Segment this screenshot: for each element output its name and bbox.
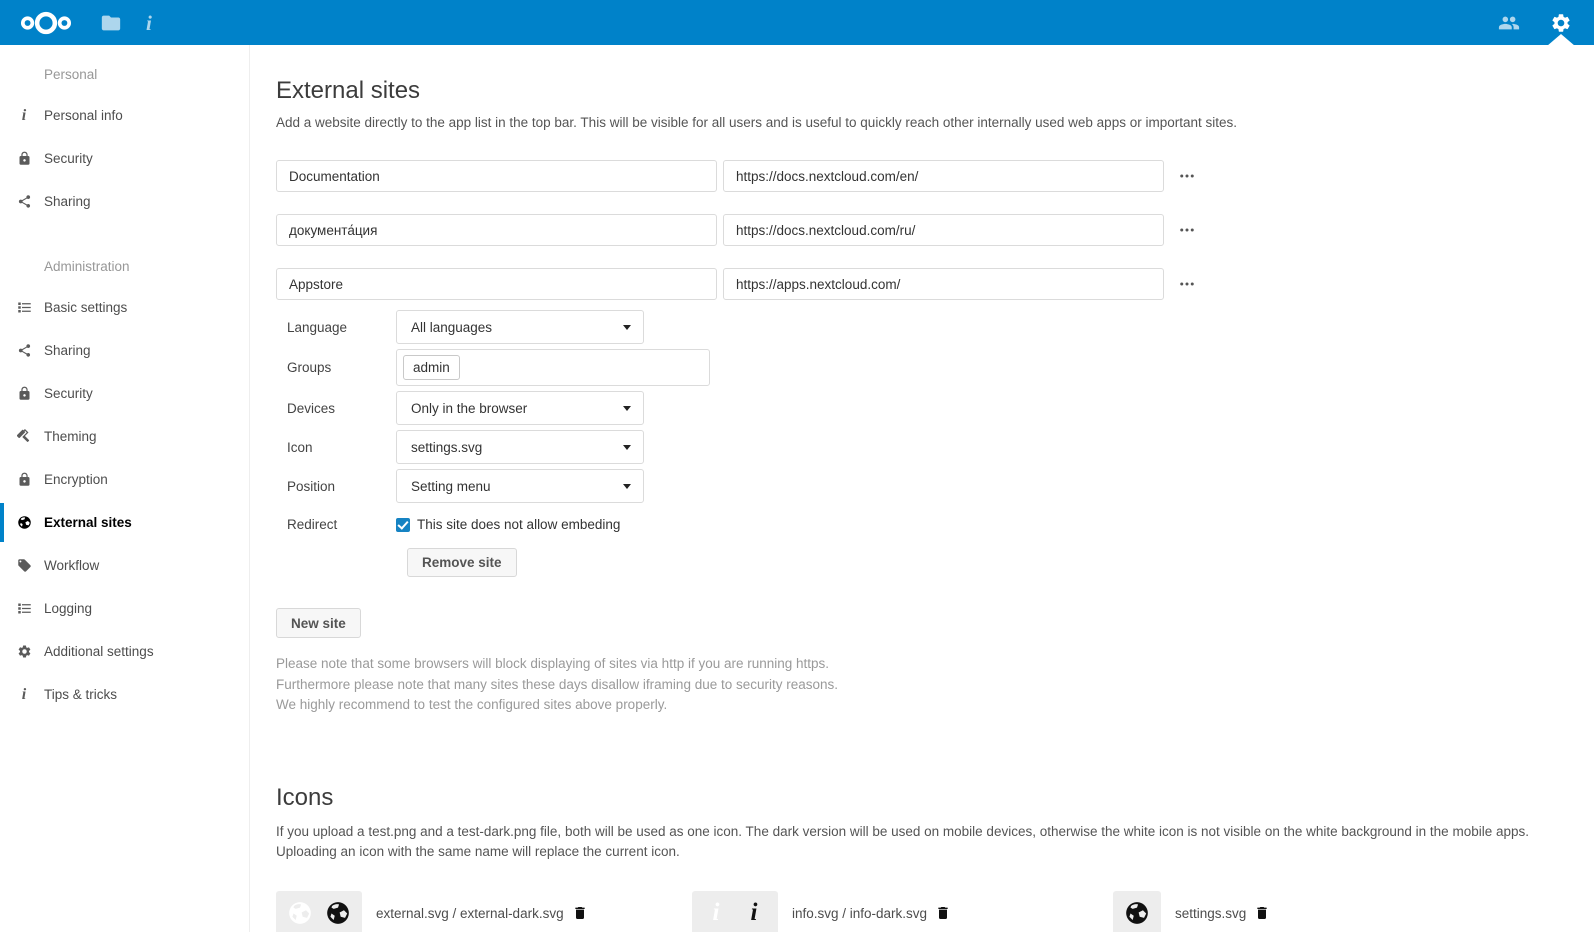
share-icon bbox=[16, 343, 32, 359]
site-settings-block: Language All languages Groups admin Devi… bbox=[276, 310, 1594, 577]
active-menu-pointer bbox=[1547, 34, 1575, 46]
list-icon bbox=[16, 601, 32, 617]
icon-filename: external.svg / external-dark.svg bbox=[376, 906, 564, 921]
delete-icon-button[interactable] bbox=[572, 904, 590, 922]
site-name-input[interactable] bbox=[276, 160, 717, 192]
uploaded-icon-row: settings.svg bbox=[1113, 891, 1272, 932]
files-app-icon[interactable] bbox=[100, 12, 122, 34]
chevron-down-icon bbox=[623, 445, 631, 450]
lock-icon bbox=[16, 386, 32, 402]
uploaded-icon-row: external.svg / external-dark.svg bbox=[276, 891, 692, 932]
contacts-menu-icon[interactable] bbox=[1498, 12, 1520, 34]
external-sites-settings-panel: External sites Add a website directly to… bbox=[250, 45, 1594, 932]
sidebar-item-external-sites[interactable]: External sites bbox=[0, 501, 249, 544]
sidebar-item-theming[interactable]: Theming bbox=[0, 415, 249, 458]
remove-site-button[interactable]: Remove site bbox=[407, 548, 517, 577]
icon-preview bbox=[1113, 891, 1161, 932]
globe-white-icon bbox=[287, 900, 313, 926]
icon-label: Icon bbox=[276, 440, 396, 455]
site-options-menu-icon[interactable] bbox=[1178, 165, 1200, 187]
new-site-button[interactable]: New site bbox=[276, 608, 361, 638]
icon-select[interactable]: settings.svg bbox=[396, 430, 644, 464]
settings-sidebar: Personal i Personal info Security Sharin… bbox=[0, 45, 250, 932]
site-url-input[interactable] bbox=[723, 268, 1164, 300]
sidebar-section-personal: Personal bbox=[0, 53, 249, 94]
sidebar-item-workflow[interactable]: Workflow bbox=[0, 544, 249, 587]
sidebar-item-additional-settings[interactable]: Additional settings bbox=[0, 630, 249, 673]
icons-description-line1: If you upload a test.png and a test-dark… bbox=[276, 822, 1594, 843]
sidebar-item-security-personal[interactable]: Security bbox=[0, 137, 249, 180]
globe-icon bbox=[16, 515, 32, 531]
language-select[interactable]: All languages bbox=[396, 310, 644, 344]
topbar: i bbox=[0, 0, 1594, 45]
chevron-down-icon bbox=[623, 325, 631, 330]
gear-icon bbox=[16, 644, 32, 660]
delete-icon-button[interactable] bbox=[935, 904, 953, 922]
icons-section-title: Icons bbox=[276, 784, 1594, 812]
group-chip[interactable]: admin bbox=[403, 355, 460, 380]
site-name-input[interactable] bbox=[276, 268, 717, 300]
notes: Please note that some browsers will bloc… bbox=[276, 654, 1594, 716]
icon-filename: info.svg / info-dark.svg bbox=[792, 906, 927, 921]
page-description: Add a website directly to the app list i… bbox=[276, 115, 1594, 130]
icons-section: Icons If you upload a test.png and a tes… bbox=[276, 784, 1594, 932]
settings-menu-icon[interactable] bbox=[1550, 12, 1572, 34]
site-options-menu-icon[interactable] bbox=[1178, 219, 1200, 241]
sidebar-item-sharing-personal[interactable]: Sharing bbox=[0, 180, 249, 223]
position-label: Position bbox=[276, 479, 396, 494]
sidebar-item-security-admin[interactable]: Security bbox=[0, 372, 249, 415]
icon-preview bbox=[276, 891, 362, 932]
groups-label: Groups bbox=[276, 360, 396, 375]
redirect-checkbox[interactable] bbox=[396, 518, 410, 532]
icons-description-line2: Uploading an icon with the same name wil… bbox=[276, 842, 1594, 863]
redirect-label: Redirect bbox=[276, 517, 396, 532]
redirect-checkbox-label: This site does not allow embeding bbox=[417, 517, 620, 532]
position-select[interactable]: Setting menu bbox=[396, 469, 644, 503]
nextcloud-logo-icon[interactable] bbox=[14, 10, 78, 36]
tag-icon bbox=[16, 558, 32, 574]
devices-select[interactable]: Only in the browser bbox=[396, 391, 644, 425]
devices-label: Devices bbox=[276, 401, 396, 416]
sidebar-item-personal-info[interactable]: i Personal info bbox=[0, 94, 249, 137]
icon-filename: settings.svg bbox=[1175, 906, 1246, 921]
chevron-down-icon bbox=[623, 484, 631, 489]
site-row bbox=[276, 160, 1594, 192]
info-icon: i bbox=[16, 108, 32, 124]
note-line: Furthermore please note that many sites … bbox=[276, 675, 1594, 696]
site-row bbox=[276, 268, 1594, 300]
uploaded-icon-row: i i info.svg / info-dark.svg bbox=[692, 891, 1113, 932]
language-label: Language bbox=[276, 320, 396, 335]
site-options-menu-icon[interactable] bbox=[1178, 273, 1200, 295]
info-icon: i bbox=[16, 687, 32, 703]
paint-roller-icon bbox=[16, 429, 32, 445]
info-white-icon: i bbox=[703, 900, 729, 926]
globe-dark-icon bbox=[1124, 900, 1150, 926]
sidebar-item-encryption[interactable]: Encryption bbox=[0, 458, 249, 501]
site-url-input[interactable] bbox=[723, 214, 1164, 246]
site-row bbox=[276, 214, 1594, 246]
share-icon bbox=[16, 194, 32, 210]
external-site-info-app-icon[interactable]: i bbox=[146, 12, 168, 34]
note-line: We highly recommend to test the configur… bbox=[276, 695, 1594, 716]
sidebar-item-logging[interactable]: Logging bbox=[0, 587, 249, 630]
lock-icon bbox=[16, 151, 32, 167]
groups-input[interactable]: admin bbox=[396, 349, 710, 386]
chevron-down-icon bbox=[623, 406, 631, 411]
list-icon bbox=[16, 300, 32, 316]
lock-icon bbox=[16, 472, 32, 488]
sidebar-item-sharing-admin[interactable]: Sharing bbox=[0, 329, 249, 372]
site-name-input[interactable] bbox=[276, 214, 717, 246]
icon-preview: i i bbox=[692, 891, 778, 932]
delete-icon-button[interactable] bbox=[1254, 904, 1272, 922]
sidebar-item-tips-tricks[interactable]: i Tips & tricks bbox=[0, 673, 249, 716]
note-line: Please note that some browsers will bloc… bbox=[276, 654, 1594, 675]
page-title: External sites bbox=[276, 77, 1594, 105]
info-dark-icon: i bbox=[741, 900, 767, 926]
site-url-input[interactable] bbox=[723, 160, 1164, 192]
globe-dark-icon bbox=[325, 900, 351, 926]
sidebar-section-administration: Administration bbox=[0, 245, 249, 286]
sidebar-item-basic-settings[interactable]: Basic settings bbox=[0, 286, 249, 329]
